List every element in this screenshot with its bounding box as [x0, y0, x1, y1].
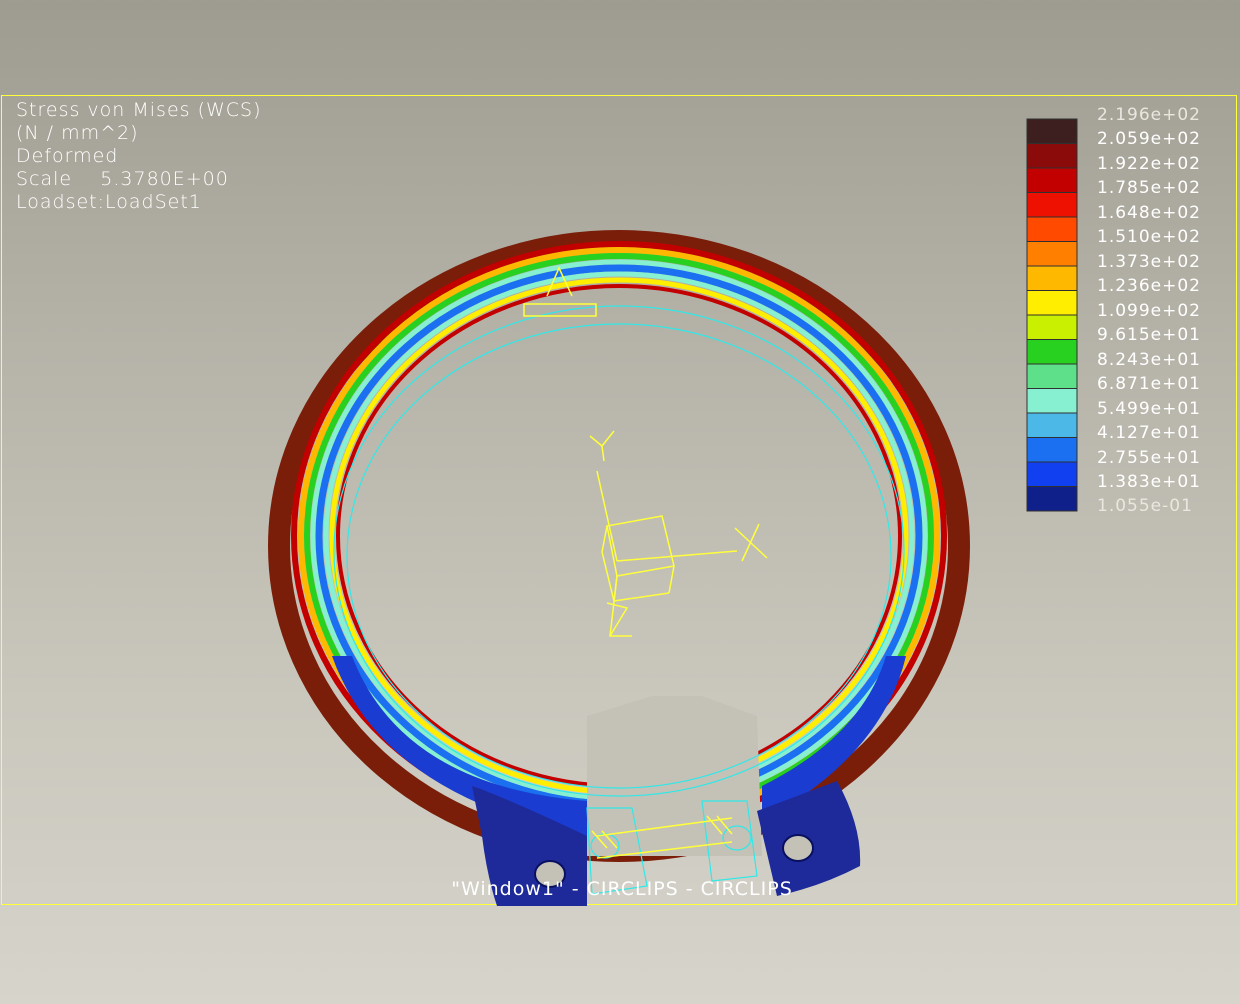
legend-value-label: 1.099e+02	[1097, 300, 1202, 321]
legend-value-label: 1.922e+02	[1097, 153, 1202, 174]
legend-value-label: 1.648e+02	[1097, 202, 1202, 223]
legend-value-label: 1.785e+02	[1097, 178, 1202, 198]
result-units: (N / mm^2)	[16, 122, 139, 144]
legend-max-value: 2.196e+02	[1097, 105, 1202, 125]
scale-factor: Scale 5.3780E+00	[16, 168, 229, 190]
legend-color-bar	[1026, 118, 1078, 512]
legend-value-label: 4.127e+01	[1097, 423, 1202, 443]
legend-swatch	[1026, 486, 1078, 512]
legend-swatch	[1026, 265, 1078, 291]
legend-swatch	[1026, 314, 1078, 340]
legend-swatch	[1026, 290, 1078, 316]
legend-swatch	[1026, 461, 1078, 487]
display-mode: Deformed	[16, 145, 119, 167]
model-viewport[interactable]: Stress von Mises (WCS) (N / mm^2) Deform…	[1, 95, 1237, 906]
legend-value-label: 1.510e+02	[1097, 227, 1202, 247]
window-title: "Window1" - CIRCLIPS - CIRCLIPS	[451, 878, 793, 900]
result-title: Stress von Mises (WCS)	[16, 99, 262, 121]
legend-swatch	[1026, 118, 1078, 144]
coordinate-triad	[589, 430, 768, 637]
legend-swatch	[1026, 143, 1078, 169]
legend-swatch	[1026, 216, 1078, 242]
legend-swatch	[1026, 412, 1078, 438]
legend-value-label: 6.871e+01	[1097, 374, 1202, 394]
legend-swatch	[1026, 241, 1078, 267]
legend-value-label: 1.236e+02	[1097, 276, 1202, 296]
legend-value-label: 1.383e+01	[1097, 472, 1202, 492]
legend-swatch	[1026, 339, 1078, 365]
legend-value-label: 2.755e+01	[1097, 447, 1202, 468]
legend-value-label: 9.615e+01	[1097, 325, 1202, 345]
legend-swatch	[1026, 388, 1078, 414]
legend-swatch	[1026, 363, 1078, 389]
circlip-model	[268, 230, 970, 906]
legend-value-label: 1.373e+02	[1097, 251, 1202, 272]
legend-swatch	[1026, 192, 1078, 218]
legend-value-label: 2.059e+02	[1097, 129, 1202, 149]
loadset-label: Loadset:LoadSet1	[16, 191, 202, 213]
legend-swatch	[1026, 437, 1078, 463]
legend-value-label: 5.499e+01	[1097, 398, 1202, 419]
legend-min-value: 1.055e-01	[1097, 496, 1193, 516]
legend-value-label: 8.243e+01	[1097, 349, 1202, 370]
legend-swatch	[1026, 167, 1078, 193]
